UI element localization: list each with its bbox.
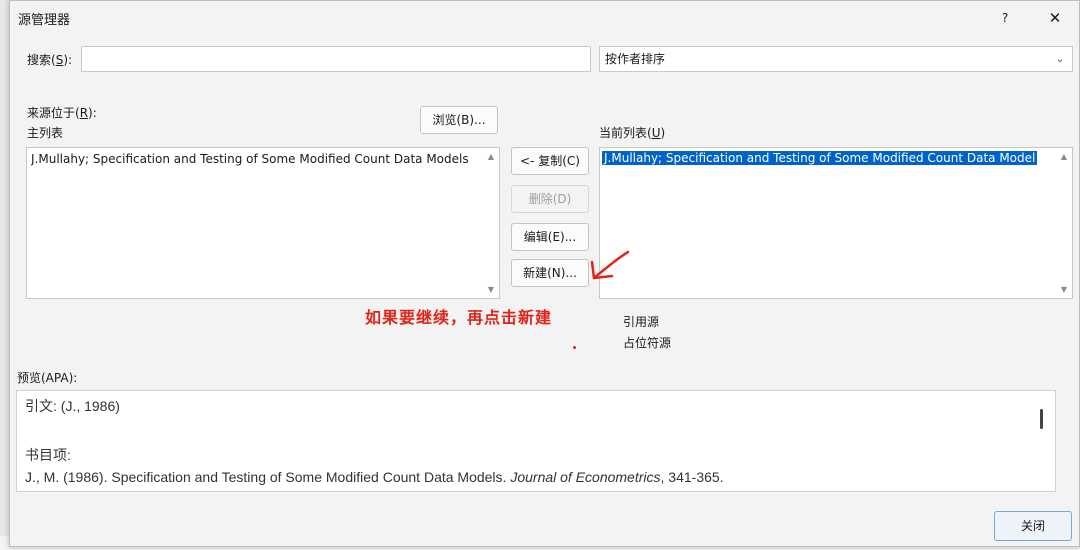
annotation-dot: [573, 346, 576, 349]
close-button[interactable]: 关闭: [994, 511, 1072, 541]
browse-button[interactable]: 浏览(B)...: [420, 106, 498, 134]
scroll-down-icon[interactable]: ▼: [486, 285, 496, 294]
master-list-label: 主列表: [27, 126, 64, 140]
search-label: 搜索(S):: [27, 53, 73, 67]
sort-selected-value: 按作者排序: [605, 52, 666, 66]
source-manager-dialog: 源管理器 ? ✕ 搜索(S): 按作者排序 ⌄ 来源位于(R): 主列表 浏览(…: [9, 0, 1080, 547]
annotation-text: 如果要继续，再点击新建: [365, 308, 553, 327]
annotation-arrow-icon: [590, 250, 630, 280]
list-item[interactable]: J.Mullahy; Specification and Testing of …: [602, 151, 1038, 165]
preview-scrollbar-thumb[interactable]: [1040, 409, 1043, 429]
source-location-label: 来源位于(R):: [27, 106, 97, 120]
chevron-down-icon[interactable]: ⌄: [1052, 47, 1068, 71]
window-title: 源管理器: [18, 13, 71, 28]
preview-citation: 引文: (J., 1986): [25, 398, 120, 414]
preview-label: 预览(APA):: [17, 371, 78, 385]
copy-button[interactable]: <- 复制(C): [511, 147, 589, 175]
delete-button[interactable]: 删除(D): [511, 185, 589, 213]
scroll-up-icon[interactable]: ▲: [1059, 152, 1069, 161]
help-button[interactable]: ?: [990, 7, 1020, 29]
list-item[interactable]: J.Mullahy; Specification and Testing of …: [31, 152, 481, 166]
preview-bibliography-entry: J., M. (1986). Specification and Testing…: [25, 469, 724, 485]
search-input[interactable]: [81, 46, 591, 72]
preview-bibliography-label: 书目项:: [25, 447, 71, 463]
placeholder-source-legend: 占位符源: [623, 336, 672, 350]
current-list-label: 当前列表(U): [599, 126, 666, 140]
new-button[interactable]: 新建(N)...: [511, 259, 589, 287]
cited-source-legend: 引用源: [623, 315, 660, 329]
scroll-down-icon[interactable]: ▼: [1059, 285, 1069, 294]
scroll-up-icon[interactable]: ▲: [486, 152, 496, 161]
edit-button[interactable]: 编辑(E)...: [511, 223, 589, 251]
preview-pane: 引文: (J., 1986) 书目项: J., M. (1986). Speci…: [16, 390, 1056, 492]
current-list[interactable]: J.Mullahy; Specification and Testing of …: [599, 147, 1073, 299]
close-icon[interactable]: ✕: [1040, 7, 1070, 29]
master-list[interactable]: J.Mullahy; Specification and Testing of …: [26, 147, 500, 299]
title-bar: 源管理器 ? ✕: [10, 1, 1079, 33]
sort-select[interactable]: 按作者排序 ⌄: [599, 46, 1073, 72]
